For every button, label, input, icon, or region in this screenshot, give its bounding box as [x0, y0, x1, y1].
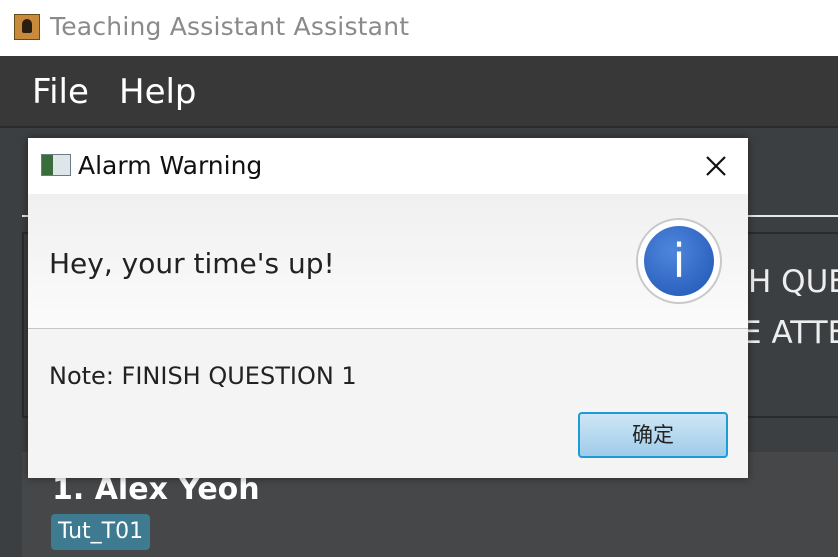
person-tag: Tut_T01: [51, 514, 151, 550]
dialog-header-text: Hey, your time's up!: [49, 247, 335, 280]
menu-file[interactable]: File: [32, 72, 89, 112]
menu-bar: File Help: [0, 56, 838, 128]
result-text-line-2: E ATTE: [742, 315, 838, 351]
window-title: Teaching Assistant Assistant: [50, 12, 410, 41]
dialog-header: Hey, your time's up! i: [28, 194, 748, 329]
window-titlebar: Teaching Assistant Assistant: [0, 0, 838, 56]
information-icon: i: [636, 218, 722, 304]
menu-help[interactable]: Help: [119, 72, 197, 112]
information-glyph: i: [644, 226, 714, 296]
ok-button[interactable]: 确定: [578, 412, 728, 458]
close-icon[interactable]: [700, 150, 732, 182]
alarm-dialog: Alarm Warning Hey, your time's up! i Not…: [28, 138, 748, 478]
dialog-note: Note: FINISH QUESTION 1: [49, 362, 357, 390]
dialog-titlebar: Alarm Warning: [28, 138, 748, 194]
dialog-title: Alarm Warning: [78, 151, 263, 180]
window-icon: [41, 154, 71, 176]
result-text-line-1: H QUE: [748, 264, 838, 300]
address-book-icon: [14, 14, 40, 40]
